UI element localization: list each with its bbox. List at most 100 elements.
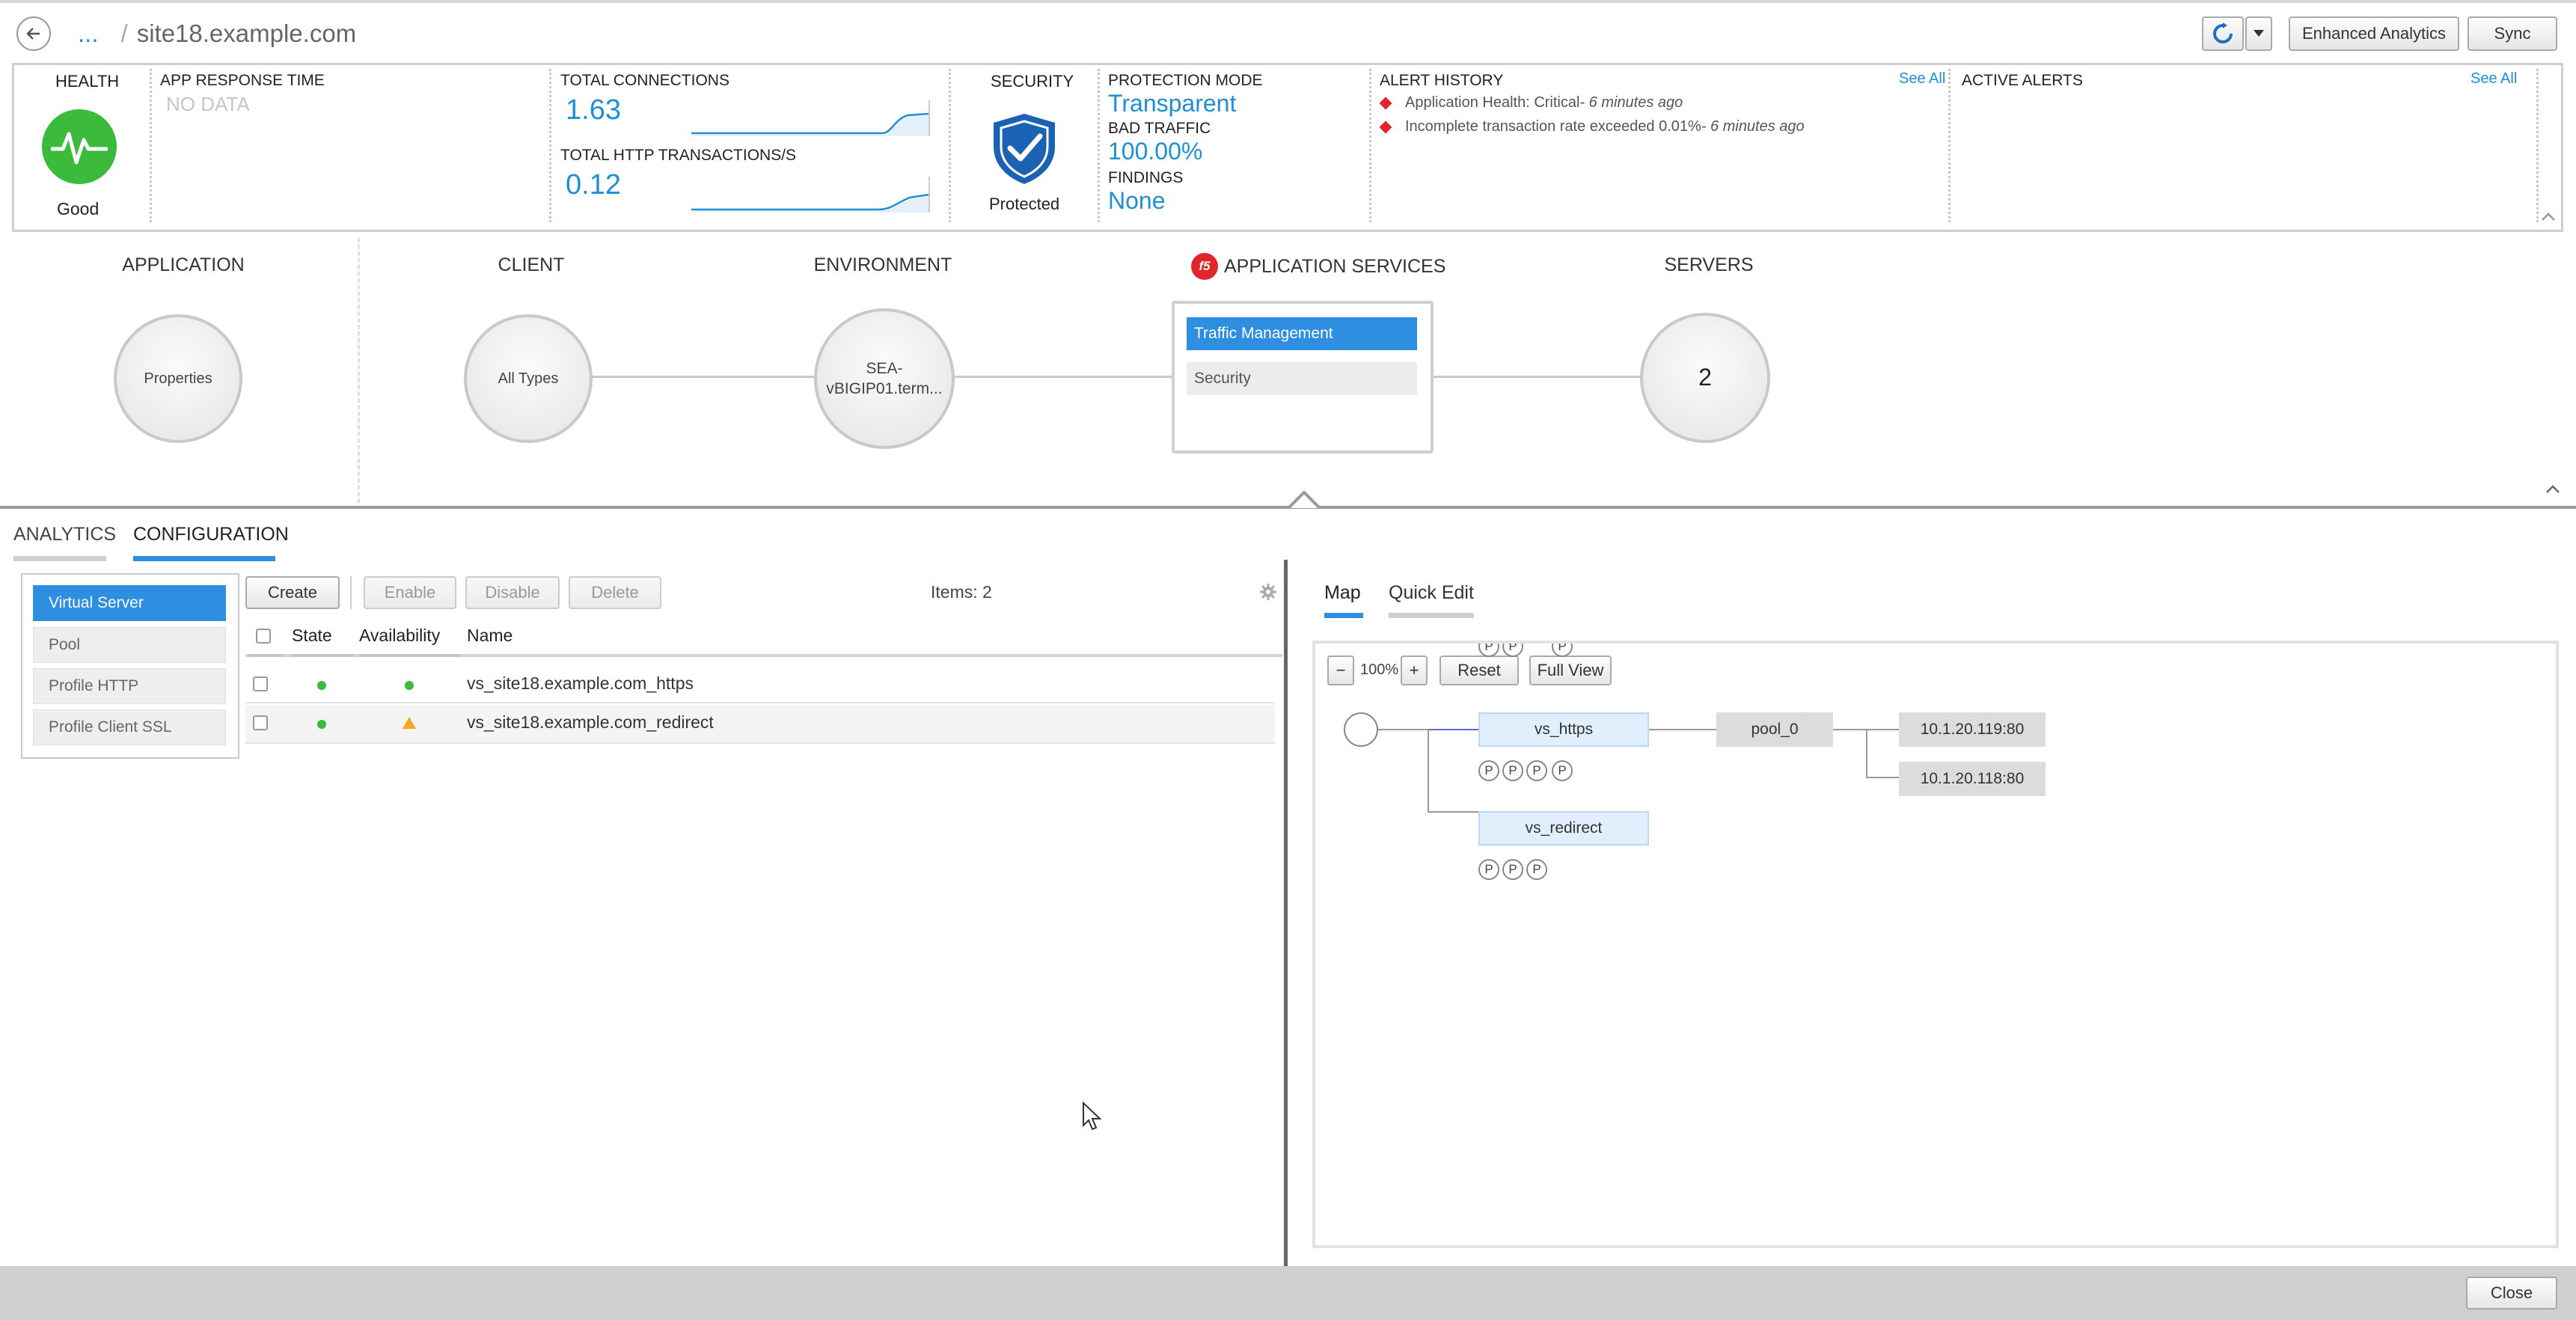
security-tab[interactable]: Security — [1187, 362, 1417, 395]
environment-node-line2: vBIGIP01.term... — [826, 380, 943, 397]
footer-bar — [0, 1266, 2576, 1320]
health-status: Good — [57, 199, 100, 219]
sidebar-item-profile-client-ssl[interactable]: Profile Client SSL — [33, 709, 226, 745]
zoom-in-button[interactable]: + — [1401, 656, 1428, 685]
refresh-dropdown-button[interactable] — [2245, 16, 2272, 51]
profile-badge[interactable]: P — [1552, 644, 1573, 657]
collapse-flow-icon[interactable] — [2545, 483, 2560, 494]
alert-item[interactable]: Application Health: Critical - 6 minutes… — [1379, 94, 1683, 111]
map-pool-member-node[interactable]: 10.1.20.119:80 — [1899, 712, 2046, 747]
alert-history-label: ALERT HISTORY — [1380, 72, 1504, 89]
sidebar-item-virtual-server[interactable]: Virtual Server — [33, 585, 226, 621]
f5-logo-icon: f5 — [1191, 253, 1218, 280]
divider — [2536, 69, 2539, 222]
flow-connector — [591, 376, 816, 378]
tab-configuration[interactable]: CONFIGURATION — [133, 524, 289, 561]
profile-badge[interactable]: P — [1478, 859, 1499, 880]
close-button[interactable]: Close — [2466, 1277, 2557, 1310]
map-connector — [1866, 729, 1867, 778]
profile-badge[interactable]: P — [1478, 760, 1499, 781]
profile-badge[interactable]: P — [1552, 760, 1573, 781]
zoom-out-button[interactable]: − — [1327, 656, 1354, 685]
sidebar-item-pool[interactable]: Pool — [33, 627, 226, 663]
sync-button[interactable]: Sync — [2468, 16, 2557, 51]
servers-column-label: SERVERS — [1664, 254, 1754, 275]
environment-node[interactable]: SEA- vBIGIP01.term... — [814, 308, 955, 449]
row-checkbox[interactable] — [253, 676, 268, 691]
app-services-label-text: APPLICATION SERVICES — [1224, 255, 1446, 277]
tab-analytics-underline — [13, 556, 106, 561]
connections-sparkline — [691, 100, 930, 136]
sidebar-item-profile-http[interactable]: Profile HTTP — [33, 668, 226, 704]
divider — [549, 69, 551, 222]
app-response-value: NO DATA — [166, 93, 250, 115]
table-row[interactable] — [245, 664, 1275, 703]
section-pointer-icon — [1288, 491, 1320, 509]
header-underline — [290, 654, 355, 657]
enable-button[interactable]: Enable — [364, 576, 456, 609]
divider — [150, 69, 152, 222]
map-canvas[interactable]: − 100% + Reset Full View P P P vs_https … — [1312, 641, 2559, 1248]
total-http-label: TOTAL HTTP TRANSACTIONS/s — [560, 147, 797, 164]
map-pool-node[interactable]: pool_0 — [1716, 712, 1833, 747]
breadcrumb-ellipsis[interactable]: ... — [78, 19, 99, 48]
map-client-node[interactable] — [1344, 712, 1378, 747]
full-view-button[interactable]: Full View — [1529, 656, 1612, 685]
profile-badge[interactable]: P — [1526, 760, 1547, 781]
alert-history-see-all[interactable]: See All — [1899, 70, 1945, 88]
profile-badge[interactable]: P — [1478, 644, 1499, 657]
client-node[interactable]: All Types — [464, 314, 593, 443]
alert-diamond-icon — [1379, 120, 1392, 133]
row-checkbox[interactable] — [253, 715, 268, 730]
servers-node[interactable]: 2 — [1640, 313, 1770, 443]
column-header-name[interactable]: Name — [467, 626, 513, 646]
active-alerts-see-all[interactable]: See All — [2471, 70, 2517, 88]
alert-time: - 6 minutes ago — [1579, 94, 1683, 111]
tab-map[interactable]: Map — [1324, 582, 1363, 618]
map-pool-member-node[interactable]: 10.1.20.118:80 — [1899, 762, 2046, 796]
profile-badge[interactable]: P — [1502, 859, 1523, 880]
total-connections-value: 1.63 — [566, 94, 621, 126]
pulse-icon — [51, 132, 108, 165]
map-connector — [1428, 729, 1429, 813]
header-underline — [248, 654, 283, 657]
row-name[interactable]: vs_site18.example.com_redirect — [467, 712, 714, 733]
profile-badge[interactable]: P — [1502, 644, 1523, 657]
table-row[interactable] — [245, 705, 1275, 744]
delete-button[interactable]: Delete — [569, 576, 661, 609]
reset-button[interactable]: Reset — [1440, 656, 1519, 685]
findings-value: None — [1108, 187, 1166, 214]
column-header-state[interactable]: State — [292, 626, 332, 646]
enhanced-analytics-button[interactable]: Enhanced Analytics — [2289, 16, 2459, 51]
map-vs-redirect-node[interactable]: vs_redirect — [1478, 811, 1649, 846]
tab-quick-edit-label: Quick Edit — [1389, 582, 1474, 603]
profile-badge[interactable]: P — [1502, 760, 1523, 781]
tab-analytics-label: ANALYTICS — [13, 524, 117, 545]
divider — [1948, 69, 1951, 222]
caret-down-icon — [2254, 30, 2264, 37]
tab-quick-edit[interactable]: Quick Edit — [1389, 582, 1474, 618]
select-all-checkbox[interactable] — [256, 629, 271, 644]
profile-badge[interactable]: P — [1526, 859, 1547, 880]
row-name[interactable]: vs_site18.example.com_https — [467, 673, 694, 694]
refresh-button[interactable] — [2202, 16, 2244, 51]
alert-item[interactable]: Incomplete transaction rate exceeded 0.0… — [1379, 118, 1805, 135]
state-indicator — [317, 681, 326, 690]
tab-map-underline — [1324, 613, 1363, 618]
client-column-label: CLIENT — [498, 254, 565, 275]
state-indicator — [317, 720, 326, 729]
back-button[interactable] — [16, 16, 51, 51]
create-button[interactable]: Create — [245, 576, 340, 609]
column-header-availability[interactable]: Availability — [359, 626, 440, 646]
tab-analytics[interactable]: ANALYTICS — [13, 524, 117, 561]
traffic-management-tab[interactable]: Traffic Management — [1187, 317, 1417, 350]
disable-button[interactable]: Disable — [465, 576, 560, 609]
gear-icon[interactable] — [1260, 584, 1276, 600]
map-vs-https-node[interactable]: vs_https — [1478, 712, 1649, 747]
panel-splitter[interactable] — [1284, 560, 1288, 1266]
app-response-label: APP RESPONSE TIME — [160, 72, 325, 89]
application-properties-node[interactable]: Properties — [114, 314, 242, 443]
total-http-value: 0.12 — [566, 169, 621, 201]
collapse-summary-icon[interactable] — [2541, 211, 2556, 221]
map-connector — [1428, 811, 1480, 813]
